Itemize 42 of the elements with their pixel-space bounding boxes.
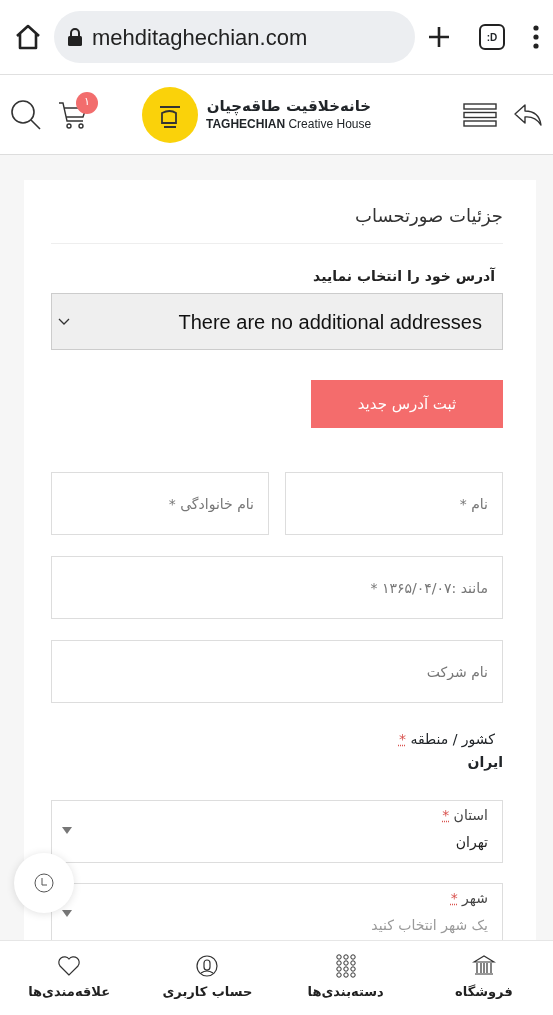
required-mark: * <box>450 890 458 906</box>
more-icon[interactable] <box>533 25 539 49</box>
logo-subtitle: TAGHECHIAN Creative House <box>206 116 372 133</box>
input-field[interactable]: نام خانوادگی * <box>51 472 269 535</box>
required-mark: * <box>442 807 450 823</box>
section-title: جزئیات صورتحساب <box>51 202 503 244</box>
field-value: تهران <box>454 833 488 853</box>
nav-item[interactable]: حساب کاربری <box>138 953 277 1003</box>
nav-item[interactable]: فروشگاه <box>414 953 553 1003</box>
logo-title: خانه‌خلاقیت طاقه‌چیان <box>206 96 372 115</box>
lock-icon <box>68 28 82 46</box>
back-icon[interactable] <box>513 102 543 127</box>
dropdown-caret-icon <box>62 827 72 834</box>
grid-icon <box>333 954 358 979</box>
cart-badge: ۱ <box>76 91 98 114</box>
field-label: کشور / منطقه <box>410 731 495 747</box>
select-placeholder: یک شهر انتخاب کنید <box>371 916 488 936</box>
input-field[interactable]: مانند :۱۳۶۵/۰۴/۰۷ * <box>51 556 503 619</box>
nav-item[interactable]: علاقه‌مندی‌ها <box>0 953 139 1003</box>
home-icon[interactable] <box>14 23 42 51</box>
url-text: mehditaghechian.com <box>92 23 308 52</box>
address-bar[interactable]: mehditaghechian.com <box>54 11 415 63</box>
field-label: شهر <box>462 890 488 906</box>
new-tab-icon[interactable] <box>427 25 451 49</box>
field-value: ایران <box>467 753 503 773</box>
required-mark: * <box>399 731 406 747</box>
input-field[interactable]: نام شرکت <box>51 640 503 703</box>
dropdown-caret-icon <box>62 910 72 917</box>
input-field[interactable]: نام * <box>285 472 503 535</box>
tab-switcher[interactable]: :D <box>479 24 505 50</box>
logo-icon <box>142 86 198 143</box>
menu-icon[interactable] <box>463 102 497 127</box>
chevron-down-icon <box>58 317 70 326</box>
field-label: آدرس خود را انتخاب نمایید <box>312 266 495 287</box>
field-label: استان <box>453 807 488 823</box>
nav-item[interactable]: دسته‌بندی‌ها <box>276 953 415 1003</box>
user-icon <box>195 954 220 979</box>
clock-icon <box>33 872 55 894</box>
select-field[interactable]: استان * تهران <box>51 800 503 863</box>
search-icon[interactable] <box>10 98 42 131</box>
address-select[interactable]: There are no additional addresses <box>51 293 503 350</box>
cart-icon[interactable] <box>58 99 88 130</box>
